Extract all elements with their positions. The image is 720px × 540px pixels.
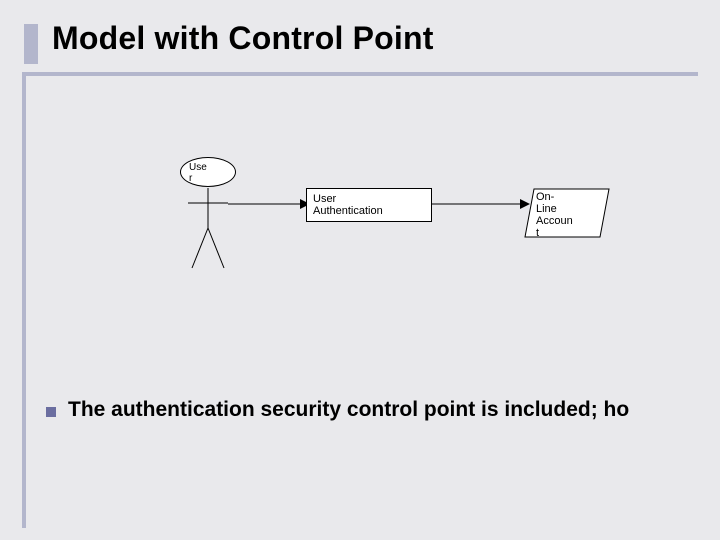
slide: Model with Control Point User xyxy=(0,0,720,540)
data-label: On-LineAccount xyxy=(536,191,573,239)
actor-icon xyxy=(188,188,228,278)
actor-label: User xyxy=(180,157,236,187)
data-box: On-LineAccount xyxy=(524,188,610,238)
arrow-auth-to-account xyxy=(432,197,530,216)
diagram: User UserAuthentication xyxy=(0,0,720,540)
arrow-user-to-auth xyxy=(228,197,310,216)
actor-label-text: User xyxy=(189,162,207,184)
bullet-text: The authentication security control poin… xyxy=(68,398,629,422)
process-box: UserAuthentication xyxy=(306,188,432,222)
bullet-icon xyxy=(46,407,56,417)
process-label: UserAuthentication xyxy=(313,193,383,217)
